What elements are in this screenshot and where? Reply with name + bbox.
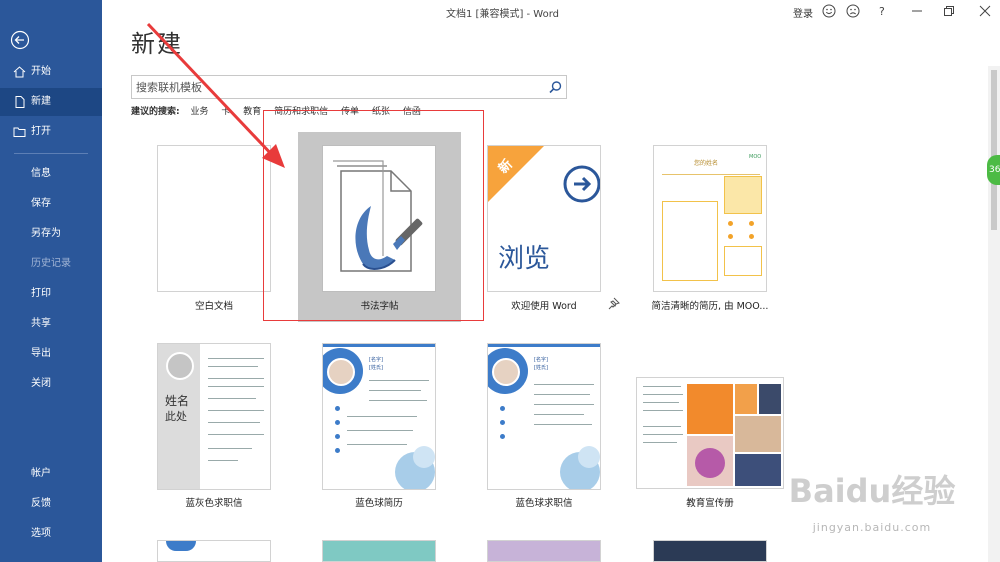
template-tile-partial-4[interactable] [653, 540, 767, 562]
template-tile-blue-ball-resume[interactable]: [名字] [姓氏] [322, 343, 436, 490]
minimize-icon[interactable] [910, 4, 924, 18]
search-icon[interactable] [547, 79, 564, 96]
smile-feedback-icon[interactable] [822, 4, 836, 18]
bluegray-letter-thumbnail: 姓名 此处 [157, 343, 271, 490]
template-tile-blue-ball-letter[interactable]: [名字] [姓氏] [487, 343, 601, 490]
sidebar-item-label: 关闭 [31, 378, 51, 389]
tile-label: 蓝色球简历 [355, 498, 403, 509]
sidebar-item-label: 选项 [31, 528, 51, 539]
sidebar-item-options[interactable]: 选项 [0, 520, 102, 548]
restore-icon[interactable] [942, 4, 956, 18]
browse-word: 浏览 [498, 244, 551, 274]
first-name-placeholder: [名字] [369, 357, 383, 363]
word-backstage: 开始 新建 打开 信息 保存 另存为 历史记录 打印 共享 导出 关闭 帐户 反… [0, 0, 1000, 562]
template-tile-partial-3[interactable] [487, 540, 601, 562]
pin-icon[interactable] [607, 297, 620, 310]
tile-label: 简洁清晰的简历, 由 MOO... [651, 301, 769, 312]
sidebar-divider [14, 153, 88, 154]
sidebar-item-account[interactable]: 帐户 [0, 460, 102, 488]
new-doc-icon [15, 96, 25, 108]
sidebar-item-label: 反馈 [31, 498, 51, 509]
sidebar-item-label: 导出 [31, 348, 51, 359]
close-icon[interactable] [978, 4, 992, 18]
template-tile-bluegray-letter[interactable]: 姓名 此处 [157, 343, 271, 490]
sidebar: 开始 新建 打开 信息 保存 另存为 历史记录 打印 共享 导出 关闭 帐户 反… [0, 0, 102, 562]
last-name-placeholder: [姓氏] [369, 365, 383, 371]
name-placeholder: 姓名 [165, 394, 190, 408]
sidebar-item-label: 共享 [31, 318, 51, 329]
blue-ball-letter-thumbnail: [名字] [姓氏] [487, 343, 601, 490]
tile-label: 蓝灰色求职信 [185, 498, 243, 509]
security-badge[interactable]: 36 [987, 155, 1000, 185]
template-tile-moo-resume[interactable]: 您的姓名 MOO [653, 145, 767, 292]
sidebar-item-close[interactable]: 关闭 [0, 370, 102, 398]
welcome-word-thumbnail: 新 浏览 [487, 145, 601, 292]
tile-label: 空白文档 [194, 301, 233, 312]
help-icon[interactable]: ? [875, 4, 889, 18]
sidebar-item-label: 帐户 [31, 468, 51, 479]
moo-brand: MOO [749, 154, 762, 160]
sidebar-item-save[interactable]: 保存 [0, 190, 102, 218]
baidu-watermark: Baidu经验 jingyan.baidu.com [752, 458, 992, 562]
sidebar-item-feedback[interactable]: 反馈 [0, 490, 102, 518]
template-tile-welcome-word[interactable]: 新 浏览 [487, 145, 601, 292]
template-tile-partial-1[interactable] [157, 540, 271, 562]
sidebar-item-label: 历史记录 [31, 258, 71, 269]
first-name-placeholder: [名字] [534, 357, 548, 363]
sidebar-item-share[interactable]: 共享 [0, 310, 102, 338]
sidebar-item-print[interactable]: 打印 [0, 280, 102, 308]
tile-label: 蓝色球求职信 [515, 498, 573, 509]
sidebar-item-label: 保存 [31, 198, 51, 209]
resume-heading: 您的姓名 [694, 160, 719, 167]
home-icon [13, 66, 26, 78]
sidebar-item-save-as[interactable]: 另存为 [0, 220, 102, 248]
svg-text:?: ? [879, 5, 885, 18]
back-arrow-icon[interactable] [10, 30, 30, 50]
tile-label: 欢迎使用 Word [511, 301, 577, 312]
window-title: 文档1 [兼容模式] - Word [446, 9, 560, 20]
name-sub-placeholder: 此处 [165, 410, 187, 423]
sidebar-item-label: 新建 [31, 96, 51, 107]
moo-resume-thumbnail: 您的姓名 MOO [653, 145, 767, 292]
open-folder-icon [13, 127, 26, 137]
watermark-url: jingyan.baidu.com [812, 521, 932, 534]
annotation-arrow-icon [146, 22, 285, 168]
sidebar-item-label: 信息 [31, 168, 51, 179]
login-link[interactable]: 登录 [793, 5, 813, 20]
sidebar-item-label: 打开 [31, 126, 51, 137]
sidebar-item-label: 开始 [31, 66, 51, 77]
sidebar-item-info[interactable]: 信息 [0, 160, 102, 188]
watermark-logo: Baidu经验 [788, 472, 956, 510]
sidebar-item-label: 另存为 [31, 228, 61, 239]
template-tile-partial-2[interactable] [322, 540, 436, 562]
sidebar-item-open[interactable]: 打开 [0, 118, 102, 146]
sidebar-item-export[interactable]: 导出 [0, 340, 102, 368]
sidebar-item-history: 历史记录 [0, 250, 102, 278]
sidebar-item-label: 打印 [31, 288, 51, 299]
last-name-placeholder: [姓氏] [534, 365, 548, 371]
sidebar-item-home[interactable]: 开始 [0, 58, 102, 86]
frown-feedback-icon[interactable] [846, 4, 860, 18]
blue-ball-resume-thumbnail: [名字] [姓氏] [322, 343, 436, 490]
sidebar-item-new[interactable]: 新建 [0, 88, 102, 116]
scrollbar-thumb[interactable] [991, 70, 997, 230]
